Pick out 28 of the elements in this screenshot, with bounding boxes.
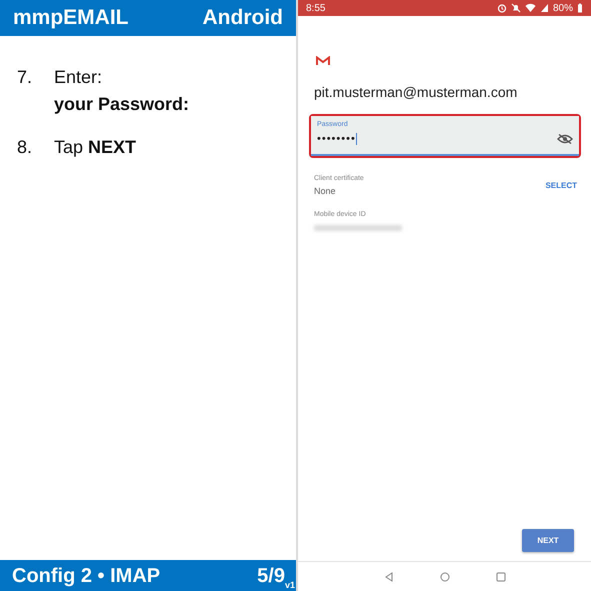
section-title: Config 2 • IMAP [12,564,160,588]
step-number: 8. [17,136,34,159]
step-number: 7. [17,66,34,89]
platform-label: Android [202,5,283,32]
battery-icon [577,3,583,13]
next-button[interactable]: NEXT [522,529,574,552]
muted-bell-icon [510,3,521,13]
text-cursor [356,132,358,145]
hidden-eye-icon[interactable] [557,134,573,144]
home-icon[interactable] [440,572,450,582]
page-number: 5/9 [257,564,285,588]
status-time: 8:55 [306,2,326,16]
step-text: your Password: [54,93,190,116]
account-email: pit.musterman@musterman.com [314,83,518,102]
guide-title: mmpEMAIL [13,5,128,32]
password-value: •••••••• [317,132,356,146]
recents-icon[interactable] [496,572,506,582]
step-text: Tap NEXT [54,136,136,159]
version-label: v1 [284,581,296,591]
field-value: None [314,184,337,198]
step-text: Enter: [54,66,104,89]
select-link[interactable]: SELECT [545,180,577,192]
battery-percent: 80% [552,2,573,16]
wifi-icon [524,3,536,13]
back-icon[interactable] [384,572,394,582]
signal-icon [540,3,549,13]
mail-logo-icon [316,56,330,66]
alarm-icon [496,3,507,13]
